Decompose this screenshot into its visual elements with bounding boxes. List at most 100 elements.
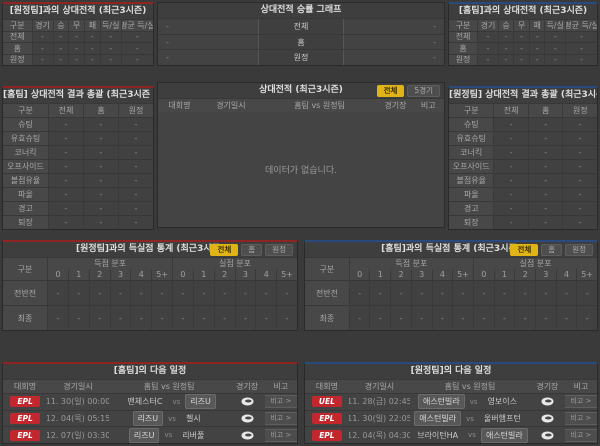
stat-cell: - bbox=[527, 174, 563, 187]
match-datetime: 11. 30(일) 00:00 bbox=[47, 397, 109, 407]
match-row: UEL 11. 28(금) 02:45 애스턴빌라 vs 영보이스 비고 > bbox=[305, 393, 597, 410]
stat-cell: - bbox=[527, 118, 563, 131]
filter-away-button[interactable]: 원정 bbox=[265, 244, 293, 256]
stat-cell: - bbox=[528, 31, 545, 42]
panel-title: 상대전적 승률 그래프 bbox=[158, 3, 444, 18]
column-header: 평균 득/실 bbox=[565, 20, 597, 31]
stat-cell: - bbox=[99, 54, 121, 65]
bin-header-row: 0 1 2 3 4 5+ 0 1 2 3 4 5+ bbox=[348, 269, 598, 280]
note-button[interactable]: 비고 > bbox=[564, 395, 597, 409]
stat-cell: - bbox=[68, 31, 84, 42]
stat-cell: - bbox=[31, 54, 53, 65]
stat-cell: - bbox=[48, 216, 83, 229]
home-team-name: 리즈U bbox=[132, 411, 164, 426]
note-cell: 비고 > bbox=[564, 411, 597, 427]
column-header: 구분 bbox=[3, 104, 48, 117]
column-header: 패 bbox=[528, 20, 545, 31]
note-button[interactable]: 비고 > bbox=[564, 428, 597, 442]
table-row: 슈팅 - - - bbox=[3, 117, 153, 131]
match-row: EPL 12. 04(목) 04:30 브라이턴HA vs 애스턴빌라 비고 > bbox=[305, 426, 597, 443]
bin-header: 3 bbox=[109, 269, 131, 280]
column-header: 홈팀 vs 원정팀 bbox=[294, 101, 345, 110]
league-badge: EPL bbox=[10, 396, 40, 408]
teams-cell: 애스턴빌라 vs 영보이스 bbox=[410, 394, 530, 410]
filter-last5-button[interactable]: 5경기 bbox=[407, 85, 440, 97]
bin-header: 4 bbox=[431, 269, 453, 280]
stat-cell: - bbox=[528, 43, 545, 54]
note-button[interactable]: 비고 > bbox=[264, 412, 297, 425]
column-header: 대회명 bbox=[14, 382, 37, 391]
stat-cell: - bbox=[99, 43, 121, 54]
row-label: 전체 bbox=[449, 31, 478, 42]
column-header: 구분 bbox=[449, 20, 478, 31]
row-label: 파울 bbox=[449, 188, 494, 201]
table-header-row: 대회명 경기일시 홈팀 vs 원정팀 경기장 비고 bbox=[305, 379, 597, 393]
match-row: EPL 11. 30(일) 22:05 애스턴빌라 vs 울버햄프턴 비고 > bbox=[305, 409, 597, 427]
league-cell: EPL bbox=[3, 394, 47, 410]
group-header-scored: 득점 분포 bbox=[47, 258, 173, 269]
stat-cell: - bbox=[31, 43, 53, 54]
bin-header-row: 0 1 2 3 4 5+ 0 1 2 3 4 5+ bbox=[47, 269, 298, 280]
stat-cell: - bbox=[172, 306, 193, 330]
table-header-row: 대회명 경기일시 홈팀 vs 원정팀 경기장 비고 bbox=[3, 379, 297, 393]
header-groups: 득점 분포 실점 분포 0 1 2 3 4 5+ 0 1 2 3 4 5+ bbox=[348, 258, 598, 280]
table-row: 볼점유율 - - - bbox=[3, 173, 153, 187]
column-header: 무 bbox=[68, 20, 84, 31]
filter-home-button[interactable]: 홈 bbox=[541, 244, 563, 256]
panel-title: [홈팀] 상대전적 결과 총괄 (최근3시즌 평균) bbox=[3, 88, 153, 103]
stat-cell: - bbox=[84, 54, 100, 65]
note-button[interactable]: 비고 > bbox=[264, 428, 297, 442]
filter-home-button[interactable]: 홈 bbox=[241, 244, 263, 256]
teams-cell: 리즈U vs 첼시 bbox=[109, 411, 230, 427]
column-header: 경기일시 bbox=[364, 382, 395, 391]
filter-all-button[interactable]: 전체 bbox=[376, 85, 405, 97]
table-row: 코너킥 - - - bbox=[449, 145, 597, 159]
column-header: 비고 bbox=[273, 382, 289, 391]
row-label: 퇴장 bbox=[3, 216, 48, 229]
column-header: 득/실 bbox=[99, 20, 121, 31]
vs-label: vs bbox=[164, 431, 173, 440]
panel-title-text: [홈팀]과의 득실점 통계 (최근3시즌) bbox=[381, 244, 521, 254]
h2h-stats-page: [원정팀]과의 상대전적 (최근3시즌) 구분 경기 승 무 패 득/실 평균 … bbox=[0, 0, 600, 446]
stadium-icon[interactable] bbox=[241, 431, 254, 440]
graph-row: - 원정 - bbox=[158, 49, 444, 66]
row-label: 홈 bbox=[3, 43, 32, 54]
table-row: 경고 - - - bbox=[3, 201, 153, 215]
panel-title: 상대전적 (최근3시즌) 전체 5경기 bbox=[158, 83, 444, 98]
stat-cell: - bbox=[493, 146, 528, 159]
filter-all-button[interactable]: 전체 bbox=[210, 244, 239, 256]
filter-all-button[interactable]: 전체 bbox=[510, 244, 539, 256]
column-header: 대회명 bbox=[315, 382, 338, 391]
table-header-row: 구분 전체 홈 원정 bbox=[3, 103, 153, 117]
stat-cell: - bbox=[513, 54, 529, 65]
table-header-row: 구분 경기 승 무 패 득/실 평균 득/실 bbox=[449, 19, 597, 31]
stadium-icon[interactable] bbox=[241, 397, 254, 406]
stat-cell: - bbox=[67, 306, 89, 330]
stat-cell: - bbox=[172, 281, 193, 305]
filter-button-group: 전체 홈 원정 bbox=[210, 244, 293, 256]
stat-cell: - bbox=[84, 43, 100, 54]
league-badge: UEL bbox=[311, 396, 342, 408]
away-team-name: 영보이스 bbox=[487, 397, 518, 407]
table-row: 슈팅 - - - bbox=[449, 117, 597, 131]
note-button[interactable]: 비고 > bbox=[264, 395, 297, 409]
column-header: 경기장 bbox=[536, 382, 559, 391]
stat-cell: - bbox=[109, 281, 131, 305]
bin-header: 1 bbox=[67, 269, 89, 280]
bin-header: 2 bbox=[213, 269, 235, 280]
note-button[interactable]: 비고 > bbox=[564, 412, 597, 425]
stat-cell: - bbox=[118, 118, 153, 131]
stadium-icon[interactable] bbox=[541, 431, 554, 440]
stat-cell: - bbox=[52, 31, 69, 42]
stadium-icon[interactable] bbox=[241, 414, 254, 423]
stat-cell: - bbox=[493, 306, 515, 330]
panel-schedule-awayteam: [원정팀]의 다음 일정 대회명 경기일시 홈팀 vs 원정팀 경기장 비고 U… bbox=[304, 362, 598, 444]
stadium-icon[interactable] bbox=[541, 397, 554, 406]
filter-button-group: 전체 홈 원정 bbox=[510, 244, 593, 256]
bin-header: 5+ bbox=[151, 269, 173, 280]
match-datetime: 12. 04(목) 05:15 bbox=[47, 414, 109, 423]
stat-cell: - bbox=[151, 306, 173, 330]
stadium-icon[interactable] bbox=[541, 414, 554, 423]
row-label: 경고 bbox=[449, 202, 494, 215]
filter-away-button[interactable]: 원정 bbox=[565, 244, 593, 256]
